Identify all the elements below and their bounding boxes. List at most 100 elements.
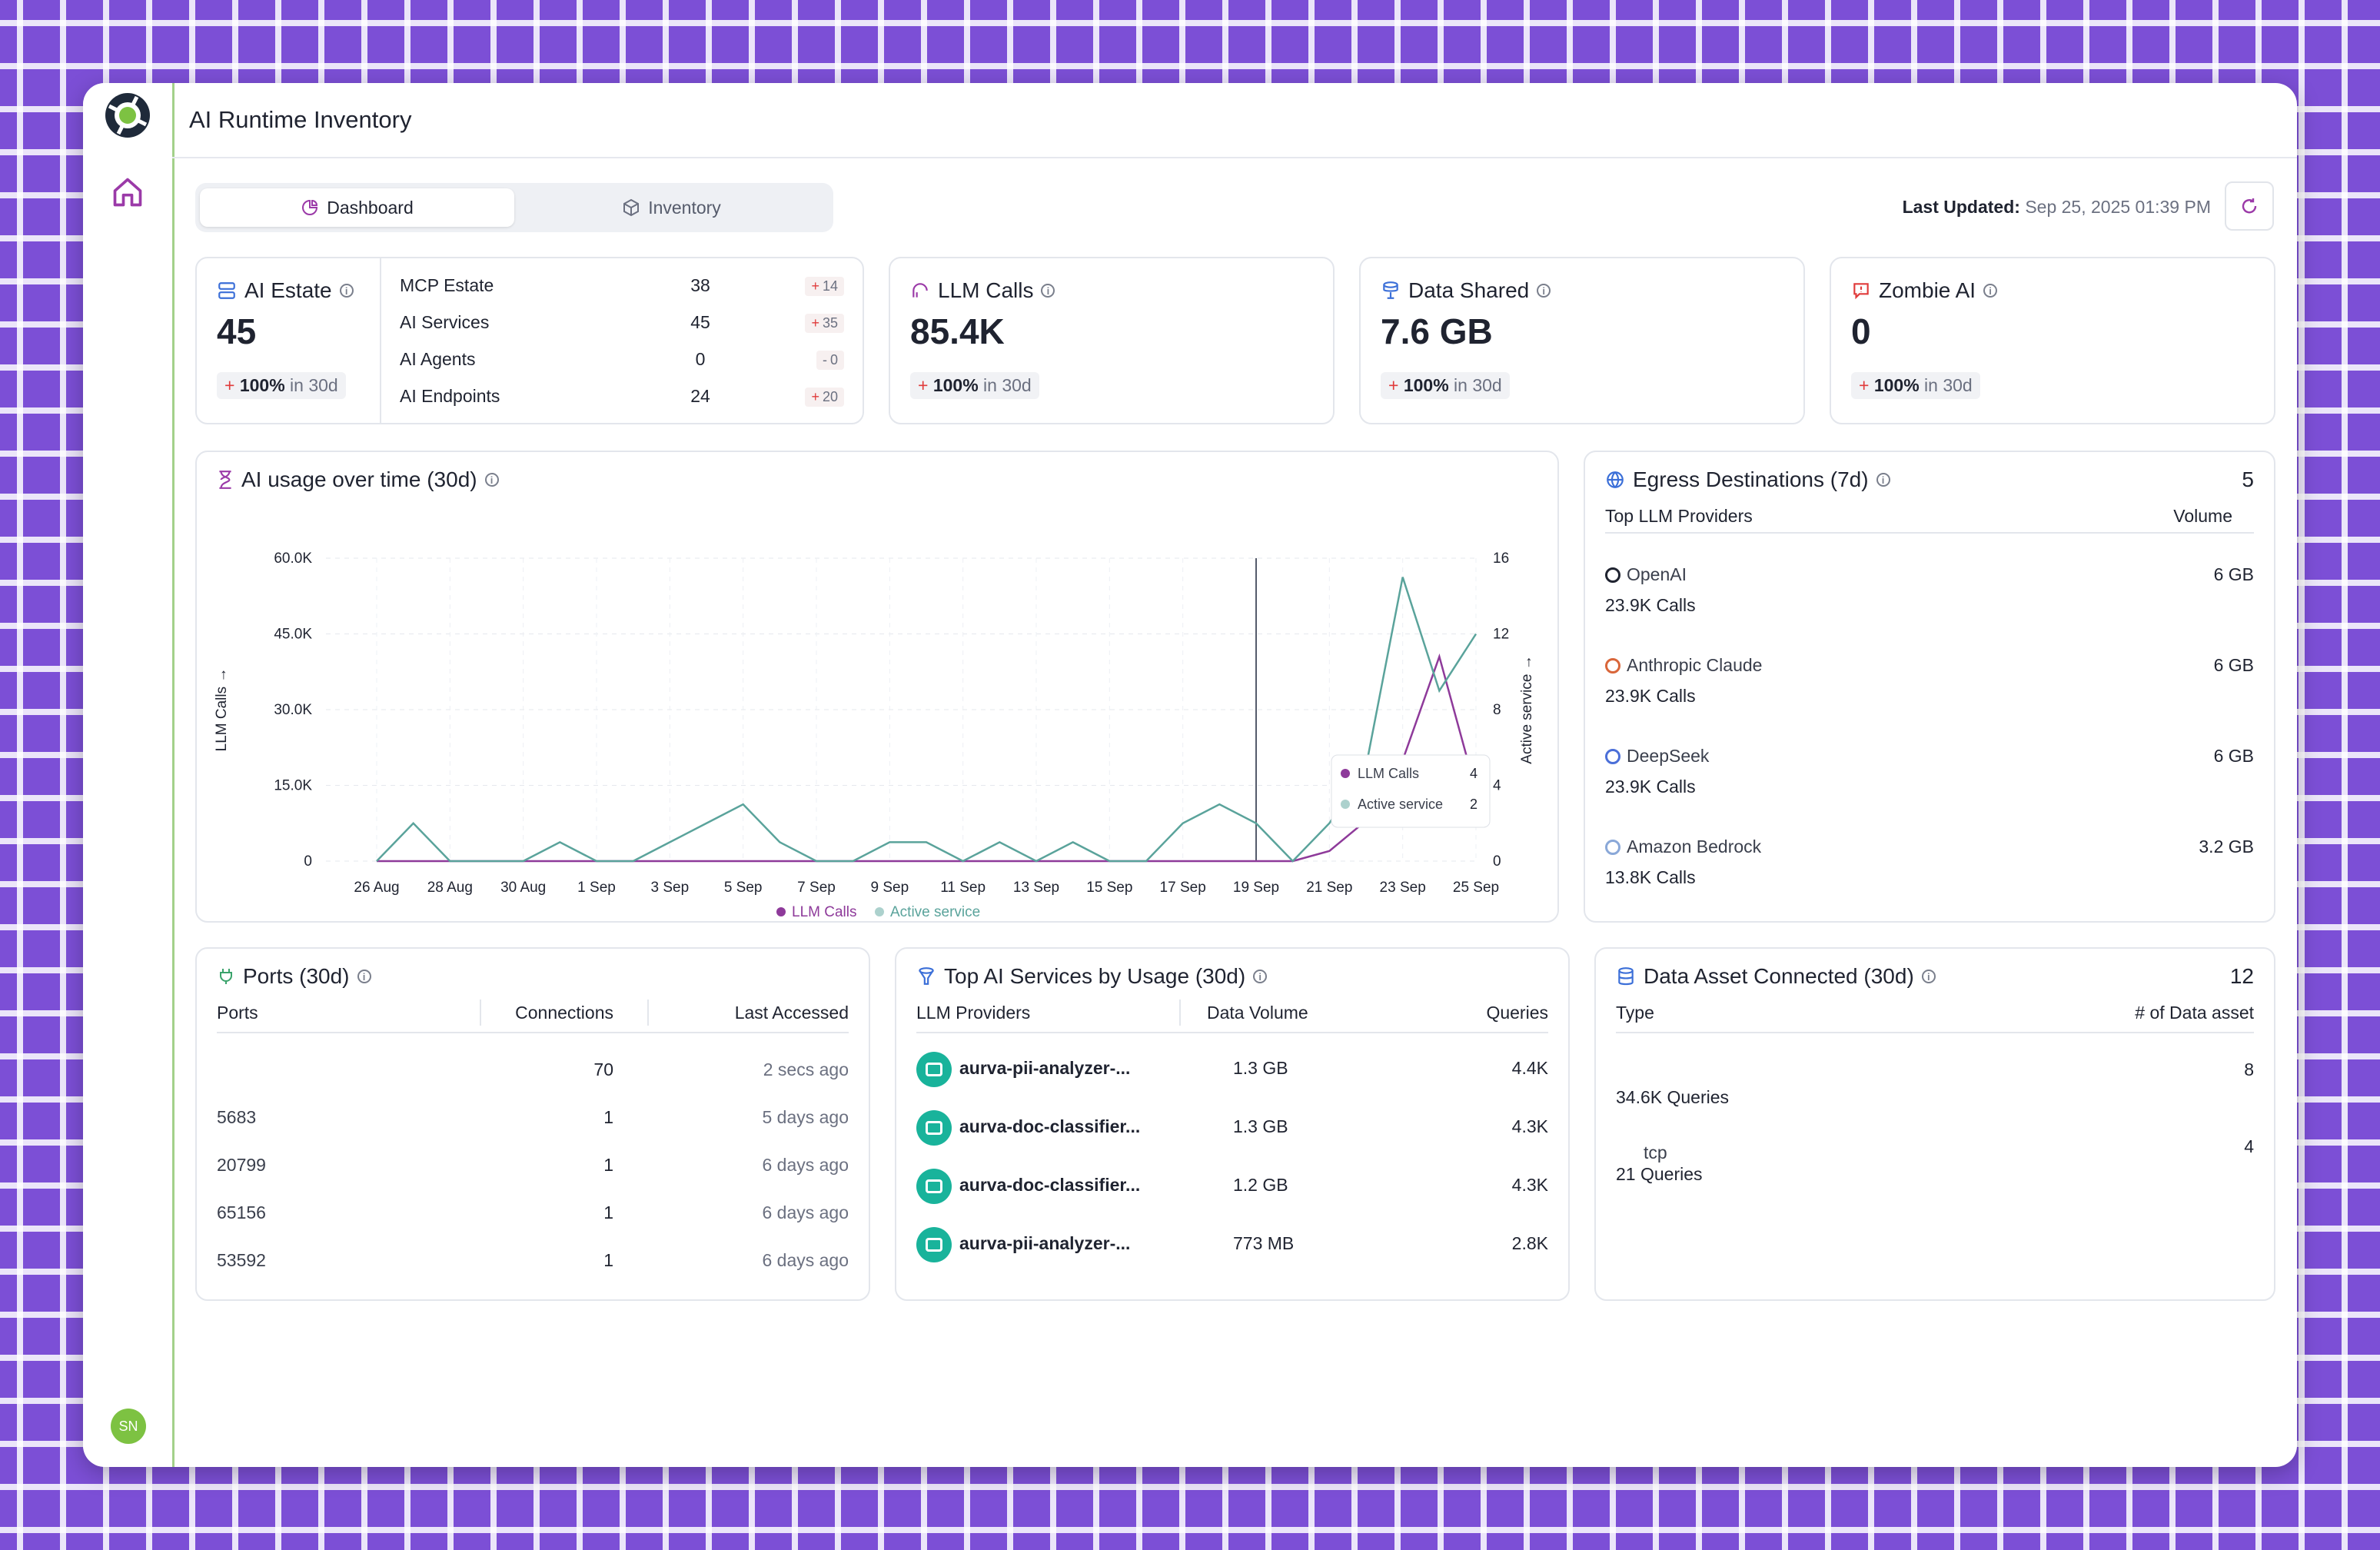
port-connections: 1 xyxy=(603,1202,613,1222)
ports-col-connections: Connections xyxy=(515,1003,613,1023)
y2-axis-label: Active service → xyxy=(1519,655,1535,763)
egress-col-volume: Volume xyxy=(2173,506,2232,526)
estate-row-label: AI Services xyxy=(400,312,490,332)
llm-calls-change-value: 100% xyxy=(932,375,979,395)
egress-provider[interactable]: OpenAI xyxy=(1605,564,1687,585)
x-tick-label: 25 Sep xyxy=(1453,880,1499,896)
usage-chart-title: AI usage over time (30d) i xyxy=(217,467,499,492)
egress-title: Egress Destinations (7d) i xyxy=(1605,467,1890,492)
tab-dashboard-label: Dashboard xyxy=(327,197,414,218)
asset-count: 4 xyxy=(2244,1136,2254,1156)
plus-sign: + xyxy=(1388,375,1399,395)
ai-estate-label: AI Estate xyxy=(244,278,332,302)
tab-dashboard[interactable]: Dashboard xyxy=(200,188,514,227)
port-last-accessed: 6 days ago xyxy=(762,1202,849,1222)
egress-provider[interactable]: Anthropic Claude xyxy=(1605,655,1762,676)
egress-provider-calls: 23.9K Calls xyxy=(1605,686,1696,706)
service-name[interactable]: aurva-doc-classifier... xyxy=(959,1116,1140,1137)
ai-estate-value: 45 xyxy=(217,311,257,351)
sidebar: SN xyxy=(83,83,175,1467)
service-name[interactable]: aurva-pii-analyzer-... xyxy=(959,1233,1130,1254)
provider-logo-icon xyxy=(1605,567,1620,583)
egress-col-providers: Top LLM Providers xyxy=(1605,506,1753,526)
legend-item-active-service[interactable]: Active service xyxy=(890,904,980,920)
info-icon[interactable]: i xyxy=(484,473,499,487)
series-line-active-service[interactable] xyxy=(376,577,1478,863)
x-tick-label: 5 Sep xyxy=(724,880,763,896)
egress-provider-volume: 6 GB xyxy=(2213,746,2254,766)
estate-row-value: 24 xyxy=(690,386,710,406)
port-number: 65156 xyxy=(217,1202,266,1222)
window-glyph xyxy=(926,1179,942,1193)
asset-type: tcp xyxy=(1644,1143,1667,1162)
ports-title: Ports (30d) i xyxy=(217,964,371,989)
x-tick-label: 26 Aug xyxy=(354,880,399,896)
assets-card: Data Asset Connected (30d) i 12 Type # o… xyxy=(1594,947,2275,1301)
tab-inventory[interactable]: Inventory xyxy=(514,188,829,227)
home-icon[interactable] xyxy=(111,175,145,209)
x-tick-label: 1 Sep xyxy=(577,880,616,896)
services-col-queries: Queries xyxy=(1486,1003,1548,1023)
info-icon[interactable]: i xyxy=(357,970,371,983)
delta-value: 35 xyxy=(822,315,838,331)
estate-row-label: AI Agents xyxy=(400,349,476,369)
service-queries: 4.3K xyxy=(1511,1116,1548,1136)
service-name[interactable]: aurva-doc-classifier... xyxy=(959,1175,1140,1196)
stack-filter-icon xyxy=(919,967,934,985)
info-icon[interactable]: i xyxy=(1253,970,1268,983)
plus-sign: + xyxy=(224,375,235,395)
y-tick-label: 60.0K xyxy=(274,550,312,567)
data-shared-value: 7.6 GB xyxy=(1381,311,1493,351)
delta-sign: + xyxy=(811,315,819,331)
y2-tick-label: 12 xyxy=(1493,627,1509,643)
delta-sign: + xyxy=(811,389,819,404)
page-title: AI Runtime Inventory xyxy=(172,83,2297,158)
zombie-ai-title: Zombie AI i xyxy=(1851,278,1998,303)
info-icon[interactable]: i xyxy=(1983,284,1998,298)
tooltip-swatch xyxy=(1341,800,1350,809)
app-window: SN AI Runtime Inventory Dashboard Invent… xyxy=(83,83,2297,1467)
info-icon[interactable]: i xyxy=(1041,284,1055,298)
series-line-llm-calls[interactable] xyxy=(377,653,1478,863)
assets-title: Data Asset Connected (30d) i xyxy=(1616,964,1936,989)
zombie-ai-period: in 30d xyxy=(1924,375,1973,395)
estate-row-delta: +35 xyxy=(805,314,844,333)
estate-row-delta: +20 xyxy=(805,388,844,407)
usage-line-chart[interactable]: 0 15.0K 30.0K 45.0K 60.0K 0 4 8 12 16 26 Aug 28 Aug… xyxy=(197,491,1557,921)
refresh-button[interactable] xyxy=(2225,181,2274,231)
tooltip-series-name: LLM Calls xyxy=(1358,766,1419,781)
info-icon[interactable]: i xyxy=(1876,473,1890,487)
y-tick-label: 30.0K xyxy=(274,702,312,718)
assets-col-type: Type xyxy=(1616,1003,1654,1023)
x-tick-label: 3 Sep xyxy=(651,880,690,896)
asset-queries: 21 Queries xyxy=(1616,1164,1703,1184)
data-shared-change: + 100% in 30d xyxy=(1381,372,1510,399)
services-card: Top AI Services by Usage (30d) i LLM Pro… xyxy=(895,947,1570,1301)
info-icon[interactable]: i xyxy=(1537,284,1551,298)
x-tick-label: 11 Sep xyxy=(940,880,986,896)
y2-tick-label: 16 xyxy=(1493,550,1509,567)
service-queries: 4.4K xyxy=(1511,1058,1548,1078)
service-name[interactable]: aurva-pii-analyzer-... xyxy=(959,1058,1130,1079)
services-title: Top AI Services by Usage (30d) i xyxy=(916,964,1268,989)
refresh-icon xyxy=(2242,198,2257,214)
y2-tick-label: 4 xyxy=(1493,778,1501,794)
egress-provider[interactable]: Amazon Bedrock xyxy=(1605,837,1761,857)
port-number: 20799 xyxy=(217,1155,266,1175)
estate-row-value: 0 xyxy=(695,349,706,369)
info-icon[interactable]: i xyxy=(339,284,354,298)
llm-calls-label: LLM Calls xyxy=(938,278,1034,302)
legend-swatch xyxy=(875,907,884,916)
info-icon[interactable]: i xyxy=(1921,970,1936,983)
legend-item-llm-calls[interactable]: LLM Calls xyxy=(792,904,856,920)
ports-col-port: Ports xyxy=(217,1003,258,1023)
service-app-icon xyxy=(916,1227,952,1262)
user-avatar[interactable]: SN xyxy=(111,1409,146,1444)
x-tick-label: 9 Sep xyxy=(871,880,909,896)
pie-chart-icon xyxy=(302,199,318,215)
server-icon xyxy=(218,282,235,299)
zombie-ai-value: 0 xyxy=(1851,311,1871,351)
egress-provider[interactable]: DeepSeek xyxy=(1605,746,1709,767)
llm-calls-period: in 30d xyxy=(983,375,1032,395)
app-logo-icon[interactable] xyxy=(103,91,152,140)
